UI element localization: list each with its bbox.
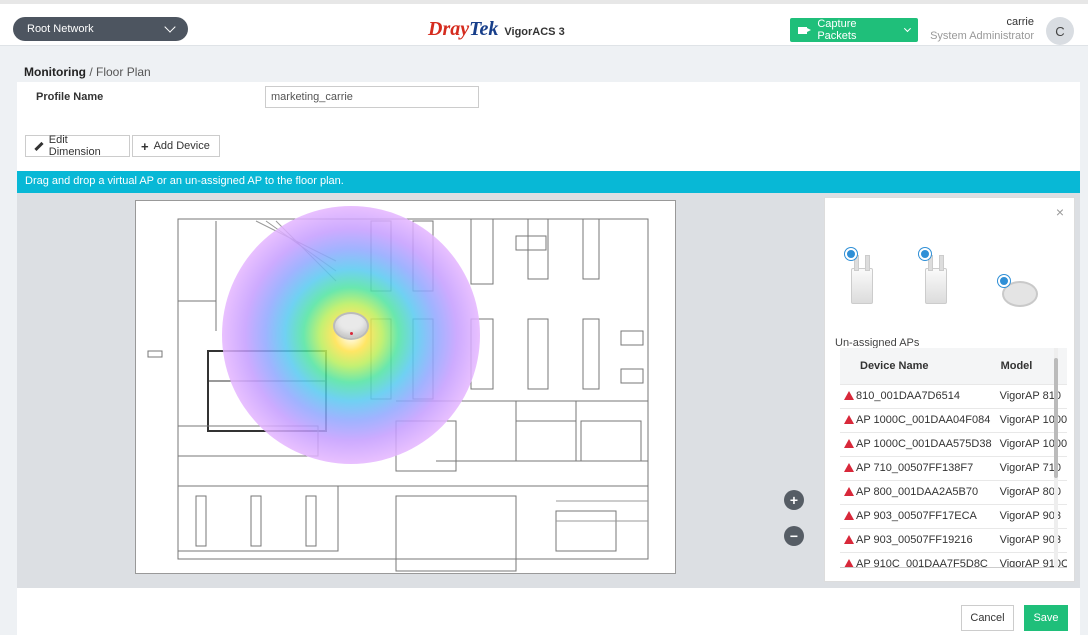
video-camera-icon [798, 26, 812, 34]
device-name-cell: AP 910C_001DAA7F5D8C [840, 551, 996, 567]
device-name-cell: AP 800_001DAA2A5B70 [840, 479, 996, 504]
table-row[interactable]: AP 800_001DAA2A5B70 VigorAP 800 [840, 479, 1067, 504]
add-icon [919, 248, 931, 260]
chevron-down-icon [164, 21, 176, 33]
warning-icon [844, 535, 854, 544]
device-name-cell: 810_001DAA7D6514 [840, 383, 996, 408]
save-button[interactable]: Save [1024, 605, 1068, 631]
breadcrumb-separator: / [89, 65, 93, 79]
product-name: VigorACS 3 [504, 26, 565, 38]
device-name-cell: AP 903_00507FF19216 [840, 527, 996, 552]
warning-icon [844, 463, 854, 472]
profile-name-input[interactable] [265, 86, 479, 108]
warning-icon [844, 439, 854, 448]
table-scrollbar[interactable] [1054, 348, 1058, 568]
brand: DrayTek VigorACS 3 [428, 18, 565, 41]
add-icon [845, 248, 857, 260]
virtual-ap-ceiling[interactable] [998, 275, 1038, 307]
table-row[interactable]: 810_001DAA7D6514 VigorAP 810 [840, 383, 1067, 408]
virtual-ap-tower-2[interactable] [919, 248, 947, 304]
breadcrumb-section[interactable]: Monitoring [24, 65, 86, 79]
network-select-label: Root Network [27, 23, 94, 35]
device-name-cell: AP 1000C_001DAA575D38 [840, 431, 996, 456]
floor-plan-image[interactable] [135, 200, 676, 574]
warning-icon [844, 415, 854, 424]
user-name: carrie [1006, 16, 1034, 28]
chevron-down-icon [904, 25, 912, 32]
avatar[interactable]: C [1046, 17, 1074, 45]
device-name-cell: AP 1000C_001DAA04F084 [840, 407, 996, 432]
profile-name-label: Profile Name [36, 91, 104, 103]
pencil-icon [34, 141, 44, 151]
zoom-out-button[interactable]: − [784, 526, 804, 546]
ap-tower-icon [925, 255, 947, 304]
scrollbar-thumb[interactable] [1054, 358, 1058, 478]
floor-plan-canvas[interactable]: + − × Un-assigned APs Device Name Model … [17, 193, 1080, 588]
table-row[interactable]: AP 910C_001DAA7F5D8C VigorAP 910C [840, 551, 1067, 567]
table-row[interactable]: AP 1000C_001DAA04F084 VigorAP 1000 [840, 407, 1067, 432]
device-name-cell: AP 710_00507FF138F7 [840, 455, 996, 480]
table-row[interactable]: AP 903_00507FF17ECA VigorAP 903 [840, 503, 1067, 528]
floor-plan-card: Profile Name Edit Dimension + Add Device… [17, 82, 1080, 635]
column-header-device-name[interactable]: Device Name [840, 348, 996, 384]
warning-icon [844, 511, 854, 520]
table-row[interactable]: AP 1000C_001DAA575D38 VigorAP 1000 [840, 431, 1067, 456]
network-select[interactable]: Root Network [13, 17, 188, 41]
add-device-label: Add Device [153, 140, 210, 152]
device-panel: × Un-assigned APs Device Name Model 810_… [824, 197, 1075, 582]
add-icon [998, 275, 1010, 287]
warning-icon [844, 559, 854, 567]
close-icon[interactable]: × [1056, 204, 1064, 220]
draytek-logo: DrayTek [428, 18, 499, 40]
unassigned-ap-table: Device Name Model 810_001DAA7D6514 Vigor… [840, 348, 1067, 568]
edit-dimension-button[interactable]: Edit Dimension [25, 134, 130, 158]
plus-icon: + [141, 138, 149, 154]
placed-ap-device[interactable] [333, 312, 369, 340]
zoom-in-button[interactable]: + [784, 490, 804, 510]
device-name-cell: AP 903_00507FF17ECA [840, 503, 996, 528]
user-role: System Administrator [930, 30, 1034, 42]
table-row[interactable]: AP 903_00507FF19216 VigorAP 903 [840, 527, 1067, 552]
virtual-ap-tower-1[interactable] [845, 248, 873, 304]
info-banner: Drag and drop a virtual AP or an un-assi… [17, 171, 1080, 193]
capture-packets-label: Capture Packets [817, 18, 857, 42]
warning-icon [844, 487, 854, 496]
breadcrumb-page: Floor Plan [96, 65, 151, 79]
breadcrumb: Monitoring / Floor Plan [24, 65, 151, 79]
capture-packets-button[interactable]: Capture Packets [790, 18, 918, 42]
edit-dimension-label: Edit Dimension [48, 134, 101, 158]
top-header: Root Network DrayTek VigorACS 3 Capture … [0, 0, 1088, 46]
table-row[interactable]: AP 710_00507FF138F7 VigorAP 710 [840, 455, 1067, 480]
add-device-button[interactable]: + Add Device [132, 135, 220, 157]
user-info[interactable]: carrie System Administrator [930, 15, 1034, 43]
cancel-button[interactable]: Cancel [961, 605, 1014, 631]
ap-tower-icon [851, 255, 873, 304]
warning-icon [844, 391, 854, 400]
